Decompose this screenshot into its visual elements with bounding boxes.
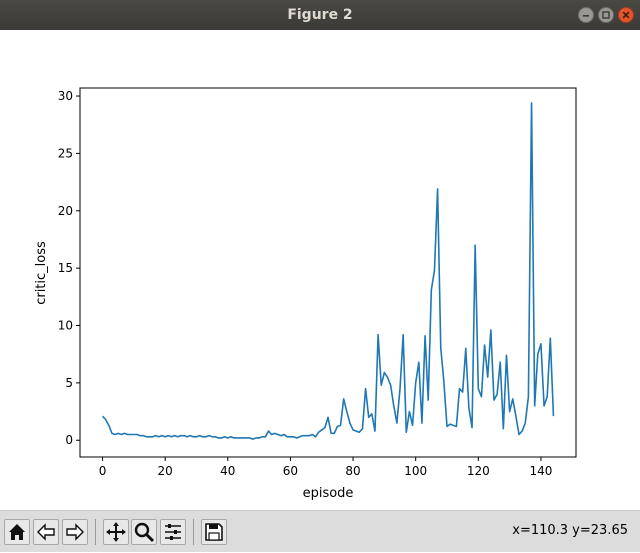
x-tick-label: 20 [158, 464, 173, 478]
y-tick-label: 15 [58, 261, 73, 275]
x-tick-label: 0 [99, 464, 107, 478]
configure-subplots-icon[interactable] [160, 519, 186, 545]
y-tick-label: 20 [58, 204, 73, 218]
minimize-icon[interactable] [578, 7, 594, 23]
y-tick-label: 5 [65, 376, 73, 390]
close-icon[interactable] [618, 7, 634, 23]
forward-icon[interactable] [62, 519, 88, 545]
cursor-coordinates: x=110.3 y=23.65 [512, 523, 628, 538]
home-icon[interactable] [4, 519, 30, 545]
pan-icon[interactable] [103, 519, 129, 545]
window-titlebar[interactable]: Figure 2 [0, 0, 640, 31]
x-tick-label: 100 [404, 464, 427, 478]
x-tick-label: 60 [283, 464, 298, 478]
line-chart: 0 20 40 60 80 100 120 140 051015202530 episode … [34, 87, 577, 501]
x-tick-label: 120 [467, 464, 490, 478]
toolbar-separator [95, 519, 96, 545]
y-tick-label: 0 [65, 433, 73, 447]
x-tick-label: 140 [529, 464, 552, 478]
x-tick-label: 40 [220, 464, 235, 478]
zoom-icon[interactable] [131, 519, 157, 545]
y-axis-label: critic_loss [34, 241, 49, 305]
x-tick-label: 80 [345, 464, 360, 478]
back-icon[interactable] [33, 519, 59, 545]
y-tick-label: 30 [58, 89, 73, 103]
maximize-icon[interactable] [598, 7, 614, 23]
save-icon[interactable] [201, 519, 227, 545]
x-axis-label: episode [303, 486, 354, 501]
navigation-toolbar: x=110.3 y=23.65 [0, 510, 640, 552]
y-tick-label: 10 [58, 319, 73, 333]
window-title: Figure 2 [287, 7, 353, 23]
toolbar-separator [193, 519, 194, 545]
y-tick-label: 25 [58, 146, 73, 160]
figure-canvas[interactable]: 0 20 40 60 80 100 120 140 0 5 10 15 20 25 30 episode … [0, 30, 640, 510]
